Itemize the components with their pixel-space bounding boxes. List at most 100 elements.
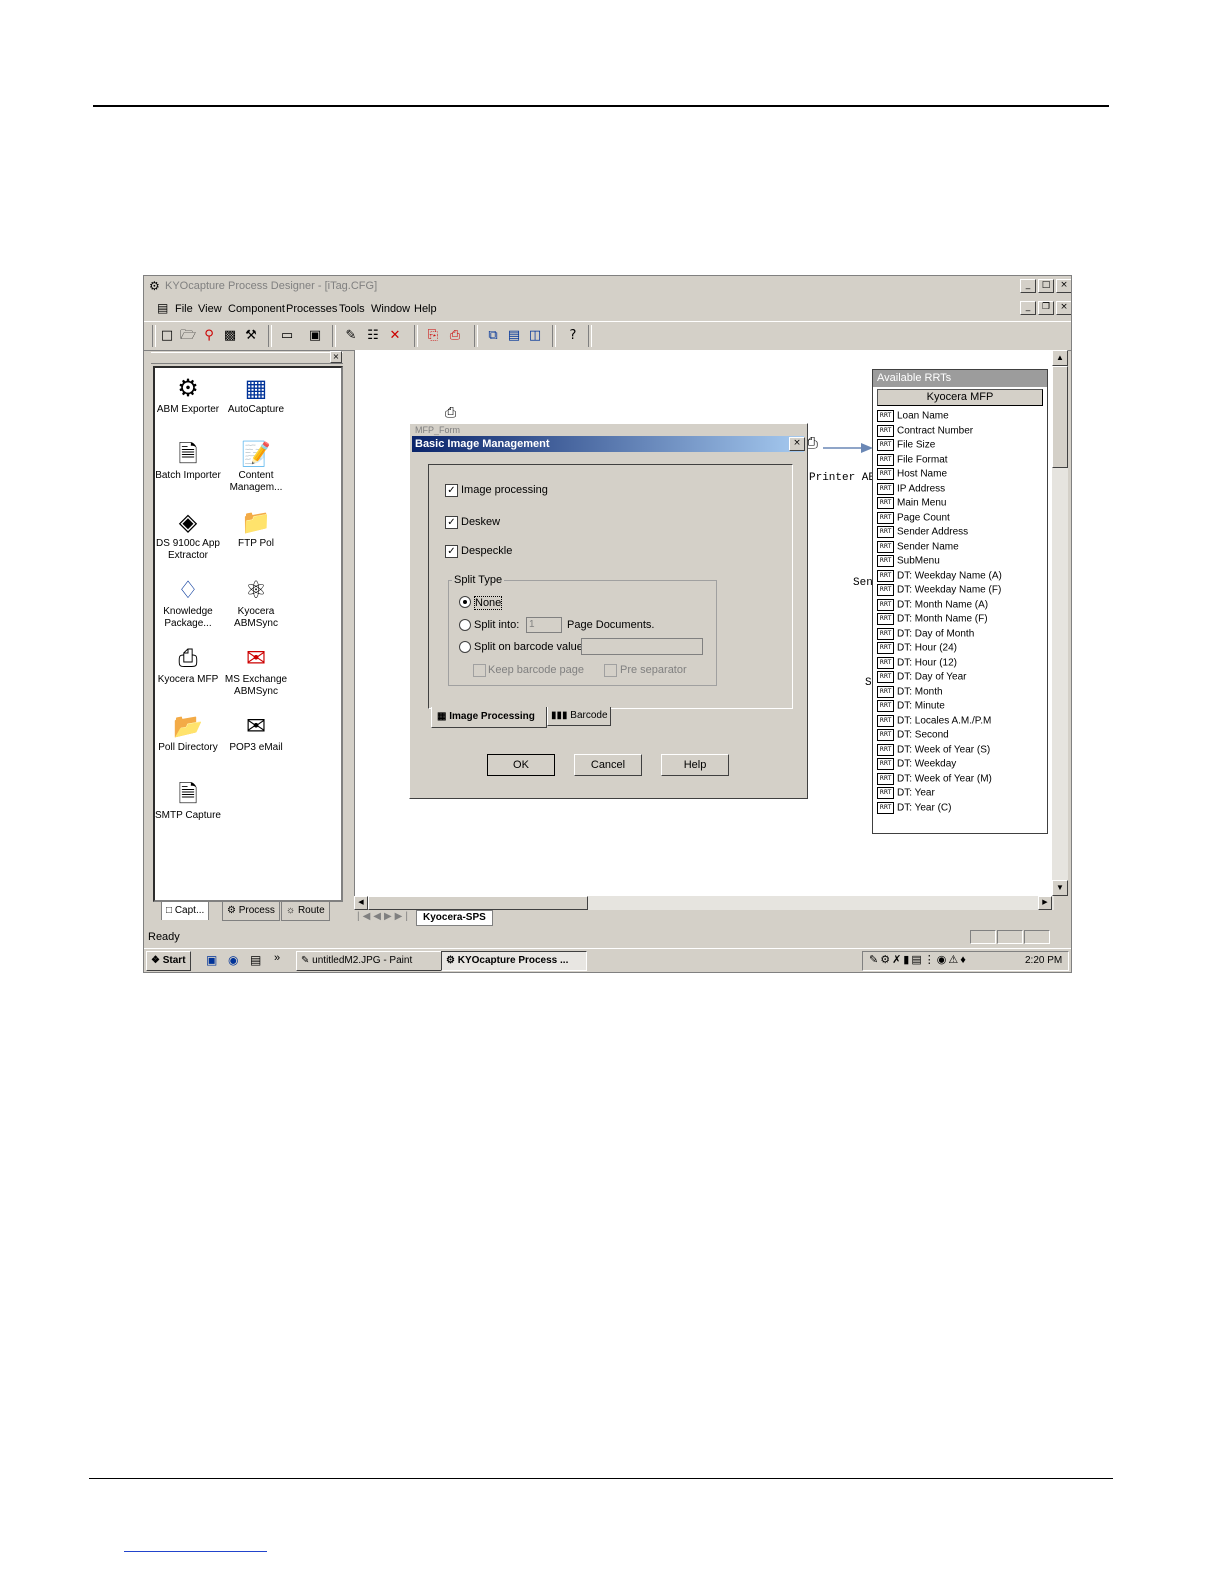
rrt-item[interactable]: RRT DT: Weekday Name (F) (877, 584, 1001, 597)
horizontal-scrollbar[interactable]: ◀ ▶ (354, 896, 1054, 910)
rrt-item[interactable]: RRT DT: Hour (12) (877, 656, 957, 670)
rrt-item[interactable]: RRT DT: Day of Month (877, 627, 974, 641)
rrt-item[interactable]: RRT DT: Month (877, 685, 943, 699)
palette-item[interactable]: ⎙ Kyocera MFP (155, 644, 221, 686)
rrt-item[interactable]: RRT DT: Month Name (A) (877, 598, 988, 612)
rrt-item[interactable]: RRT DT: Week of Year (S) (877, 743, 990, 757)
scroll-up-icon[interactable]: ▲ (1052, 350, 1068, 366)
sheet-tab[interactable]: Kyocera-SPS (416, 910, 493, 926)
rrt-item[interactable]: RRT Sender Name (877, 540, 959, 554)
none-radio[interactable] (459, 596, 471, 608)
child-restore-icon[interactable]: ❐ (1038, 301, 1054, 315)
child-minimize-icon[interactable]: _ (1020, 301, 1036, 315)
rrt-item[interactable]: RRT DT: Locales A.M./P.M (877, 714, 991, 728)
rrt-item[interactable]: RRT DT: Year (877, 787, 935, 800)
image-processing-checkbox[interactable]: ✓ (445, 484, 458, 497)
rrt-item[interactable]: RRT Loan Name (877, 410, 949, 423)
view-icon[interactable]: ▭ (278, 327, 296, 345)
child-close-icon[interactable]: × (1056, 301, 1071, 315)
despeckle-checkbox[interactable]: ✓ (445, 545, 458, 558)
edit-icon[interactable]: ✎ (342, 327, 360, 345)
palette-item[interactable]: 📂 Poll Directory (155, 712, 221, 754)
rrt-item[interactable]: RRT File Size (877, 439, 935, 452)
menu-file[interactable]: File (175, 303, 193, 315)
rrt-item[interactable]: RRT Contract Number (877, 424, 973, 438)
rrt-item[interactable]: RRT DT: Minute (877, 700, 945, 713)
rrt-item[interactable]: RRT DT: Weekday Name (A) (877, 569, 1002, 583)
split-into-input[interactable]: 1 (526, 617, 562, 633)
minimize-icon[interactable]: _ (1020, 279, 1036, 293)
menu-processes[interactable]: Processes (286, 303, 337, 315)
tile-horizontal-icon[interactable]: ▤ (505, 327, 523, 345)
vertical-scroll-thumb[interactable] (1052, 366, 1068, 468)
menu-component[interactable]: Component (228, 303, 285, 315)
rrt-item[interactable]: RRT DT: Weekday (877, 758, 956, 771)
tile-vertical-icon[interactable]: ◫ (526, 327, 544, 345)
rrt-item[interactable]: RRT SubMenu (877, 555, 940, 568)
task-kyocapture[interactable]: ⚙ KYOcapture Process ... (441, 951, 587, 971)
vertical-scrollbar[interactable]: ▲ ▼ (1052, 350, 1068, 896)
quicklaunch-desktop-icon[interactable]: ▣ (206, 953, 217, 967)
delete-icon[interactable]: ✕ (386, 327, 404, 345)
palette-item[interactable]: ⚛ Kyocera ABMSync (223, 576, 289, 630)
rrt-item[interactable]: RRT Main Menu (877, 497, 946, 510)
split-barcode-radio[interactable] (459, 641, 471, 653)
rrt-item[interactable]: RRT DT: Hour (24) (877, 642, 957, 655)
tab-image-processing[interactable]: ▦ Image Processing (431, 707, 547, 728)
rrt-source-selector[interactable]: Kyocera MFP (877, 389, 1043, 406)
cancel-button[interactable]: Cancel (574, 754, 642, 776)
rrt-item[interactable]: RRT DT: Year (C) (877, 801, 951, 815)
palette-item[interactable]: ◈ DS 9100c App Extractor (155, 508, 221, 562)
close-icon[interactable]: × (1056, 279, 1071, 293)
palette-item[interactable]: 🗎 SMTP Capture (155, 780, 221, 822)
menu-view[interactable]: View (198, 303, 222, 315)
tray-icons[interactable]: ✎⚙✗▮▤⋮◉⚠♦ (869, 953, 968, 966)
scroll-down-icon[interactable]: ▼ (1052, 880, 1068, 896)
cascade-icon[interactable]: ⧉ (484, 327, 502, 345)
sheet-nav-icons[interactable]: |◀◀▶▶| (357, 911, 411, 922)
rrt-item[interactable]: RRT Sender Address (877, 526, 968, 539)
pre-separator-checkbox[interactable] (604, 664, 617, 677)
export-icon[interactable]: ⎙ (446, 327, 464, 345)
split-into-radio[interactable] (459, 619, 471, 631)
quicklaunch-ie-icon[interactable]: ◉ (228, 953, 238, 967)
rrt-item[interactable]: RRT DT: Week of Year (M) (877, 772, 992, 786)
barcode-value-input[interactable] (581, 638, 703, 655)
palette-item[interactable]: ♢ Knowledge Package... (155, 576, 221, 630)
properties-icon[interactable]: ⚒ (242, 327, 260, 345)
quicklaunch-explorer-icon[interactable]: ▤ (250, 953, 261, 967)
palette-item[interactable]: 🗎 Batch Importer (155, 440, 221, 482)
rrt-item[interactable]: RRT IP Address (877, 482, 945, 496)
tab-barcode[interactable]: ▮▮▮ Barcode (547, 707, 611, 726)
new-icon[interactable]: □ (158, 327, 176, 345)
help-icon[interactable]: ? (564, 327, 582, 345)
scroll-left-icon[interactable]: ◀ (354, 896, 368, 910)
menu-help[interactable]: Help (414, 303, 437, 315)
palette-item[interactable]: ✉ MS Exchange ABMSync (223, 644, 289, 698)
palette-item[interactable]: 📝 Content Managem... (223, 440, 289, 494)
open-icon[interactable]: 🗁 (179, 327, 197, 345)
deskew-checkbox[interactable]: ✓ (445, 516, 458, 529)
rrt-item[interactable]: RRT Host Name (877, 468, 947, 481)
ok-button[interactable]: OK (487, 754, 555, 776)
tab-capture[interactable]: □ Capt... (161, 901, 210, 920)
import-icon[interactable]: ⎘ (424, 327, 442, 345)
window-icon[interactable]: ▣ (306, 327, 324, 345)
palette-item[interactable]: ▦ AutoCapture (223, 374, 289, 416)
palette-close-icon[interactable]: × (330, 351, 342, 363)
palette-item[interactable]: ✉ POP3 eMail (223, 712, 289, 754)
mfp-node-icon[interactable]: ⎙ (445, 404, 456, 421)
rrt-item[interactable]: RRT DT: Day of Year (877, 671, 966, 684)
scroll-right-icon[interactable]: ▶ (1038, 896, 1052, 910)
horizontal-scroll-thumb[interactable] (368, 896, 588, 910)
save-icon[interactable]: ▩ (221, 327, 239, 345)
dialog-close-icon[interactable]: × (789, 437, 805, 451)
rrt-item[interactable]: RRT DT: Second (877, 729, 949, 742)
quicklaunch-more-icon[interactable]: » (274, 952, 280, 964)
rrt-item[interactable]: RRT Page Count (877, 511, 950, 525)
keep-barcode-checkbox[interactable] (473, 664, 486, 677)
find-icon[interactable]: ⚲ (200, 327, 218, 345)
rrt-item[interactable]: RRT DT: Month Name (F) (877, 613, 988, 626)
tab-process[interactable]: ⚙ Process (222, 901, 280, 921)
menu-tools[interactable]: Tools (339, 303, 365, 315)
